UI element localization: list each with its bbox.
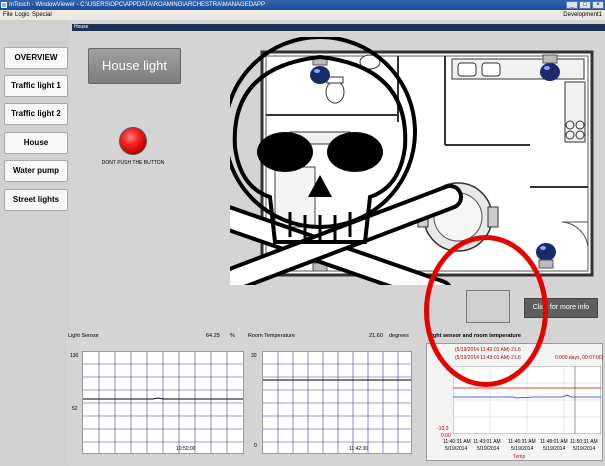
window-titlebar: InTouch - WindowViewer - C:\USERS\OPC\AP… — [0, 0, 605, 10]
sidebar: OVERVIEW Traffic light 1 Traffic light 2… — [0, 20, 70, 466]
trend-plot — [262, 351, 412, 454]
x-date-0: 5/19/2014 — [445, 446, 468, 452]
menu-file[interactable]: File — [3, 10, 13, 20]
menu-logic[interactable]: Logic — [15, 10, 29, 20]
x-date-1: 5/19/2014 — [477, 446, 500, 452]
y-low-label: -10.0 — [437, 426, 449, 432]
trend-value: 64.25 — [206, 333, 220, 339]
x-date-2: 5/19/2014 — [511, 446, 534, 452]
nav-overview-button[interactable]: OVERVIEW — [4, 47, 68, 69]
red-push-button-icon[interactable] — [119, 127, 147, 155]
panel-header: House — [72, 24, 605, 31]
x-axis-label: Temp — [513, 454, 526, 460]
trend-header: Room Temperature 21.60 degrees — [246, 331, 416, 341]
nav-house-button[interactable]: House — [4, 132, 68, 154]
nav-street-lights-button[interactable]: Street lights — [4, 189, 68, 211]
trend-value: 21.60 — [369, 333, 383, 339]
trend-unit: % — [230, 333, 235, 339]
nav-traffic-light-1-button[interactable]: Traffic light 1 — [4, 75, 68, 97]
close-icon[interactable]: × — [592, 1, 604, 9]
legend-entry-3: 0.000 days, 00:07:00) — [555, 355, 604, 361]
trend-unit: degrees — [389, 333, 409, 339]
house-light-button[interactable]: House light — [88, 48, 181, 84]
house-floor-plan — [230, 37, 594, 285]
x-date-4: 5/19/2014 — [573, 446, 596, 452]
room-temperature-trend: Room Temperature 21.60 degrees 30 0 11:4… — [246, 331, 416, 463]
x-tick-1: 11:43:01 AM — [473, 439, 501, 445]
y-mid-label: 52 — [72, 406, 78, 412]
x-tick-2: 11:46:31 AM — [508, 439, 536, 445]
minimize-icon[interactable]: _ — [566, 1, 578, 9]
y-min-label: 0 — [254, 443, 257, 449]
menu-special[interactable]: Special — [32, 10, 52, 20]
x-date-3: 5/19/2014 — [543, 446, 566, 452]
app-icon — [1, 2, 7, 8]
trend-title: Room Temperature — [248, 333, 295, 339]
y-max-label: 130 — [70, 353, 79, 359]
trend-plot — [82, 351, 244, 454]
nav-water-pump-button[interactable]: Water pump — [4, 160, 68, 182]
lamp-icon — [310, 56, 330, 84]
user-label: Development1 — [563, 12, 602, 18]
annotation-circle — [424, 235, 548, 387]
trend-grid — [83, 352, 243, 453]
trend-title: Light Sensor — [68, 333, 99, 339]
window-title: InTouch - WindowViewer - C:\USERS\OPC\AP… — [9, 2, 266, 8]
maximize-icon[interactable]: □ — [579, 1, 591, 9]
nav-traffic-light-2-button[interactable]: Traffic light 2 — [4, 103, 68, 125]
lamp-icon — [540, 54, 560, 81]
warning-label: DONT PUSH THE BUTTON — [101, 160, 165, 166]
trend-time: 10:50:00 — [176, 446, 196, 452]
trend-grid — [263, 352, 411, 453]
light-sensor-trend: Light Sensor 64.25 % 130 52 10:50:00 — [66, 331, 248, 463]
x-tick-0: 11:40:31 AM — [443, 439, 471, 445]
lamp-icon — [536, 243, 556, 269]
x-tick-3: 11:48:01 AM — [540, 439, 568, 445]
panel-title: House — [74, 24, 89, 30]
y-max-label: 30 — [251, 353, 257, 359]
trend-time: 11:42:30 — [349, 446, 369, 452]
window-controls: _ □ × — [566, 1, 604, 9]
menu-bar: File Logic Special Development1 — [0, 10, 605, 20]
x-tick-4: 11:50:31 AM — [570, 439, 598, 445]
trend-header: Light Sensor 64.25 % — [66, 331, 248, 341]
